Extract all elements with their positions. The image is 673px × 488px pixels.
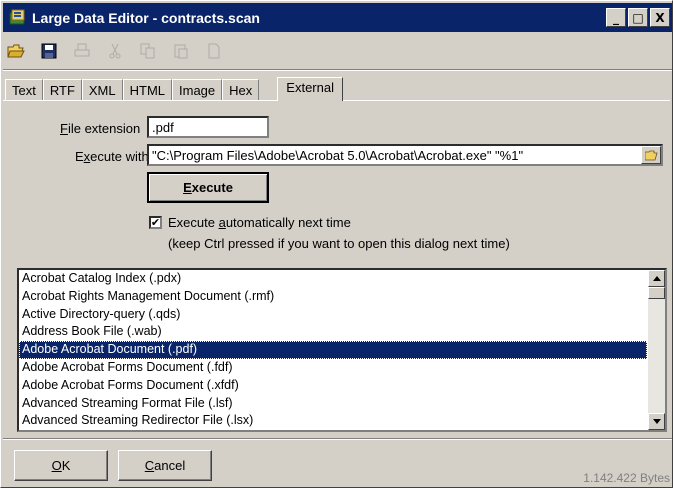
list-item[interactable]: AIFF Audio (.aif): [19, 430, 647, 432]
list-items: Acrobat Catalog Index (.pdx) Acrobat Righ…: [19, 270, 647, 432]
tab-hex[interactable]: Hex: [222, 79, 260, 100]
file-extension-label: File extension: [60, 121, 141, 136]
footer-separator: [3, 438, 672, 440]
app-icon: [9, 9, 27, 27]
file-type-list[interactable]: Acrobat Catalog Index (.pdx) Acrobat Righ…: [17, 268, 667, 432]
tab-xml[interactable]: XML: [81, 79, 123, 100]
close-button[interactable]: X: [650, 8, 670, 27]
toolbar-separator: [3, 69, 672, 71]
tab-html[interactable]: HTML: [122, 79, 173, 100]
cancel-button[interactable]: Cancel: [118, 450, 212, 481]
copy-button[interactable]: [137, 40, 159, 62]
tab-image[interactable]: Image: [172, 79, 223, 100]
list-item[interactable]: Active Directory-query (.qds): [19, 306, 647, 324]
auto-execute-label: Execute automatically next time: [168, 215, 351, 230]
execute-with-field[interactable]: "C:\Program Files\Adobe\Acrobat 5.0\Acro…: [147, 144, 663, 166]
maximize-button[interactable]: □: [628, 8, 648, 27]
maximize-icon: □: [632, 10, 644, 25]
scroll-up-button[interactable]: [648, 270, 665, 287]
paste-icon: [174, 44, 188, 59]
list-scrollbar[interactable]: [648, 270, 665, 430]
toolbar: [5, 37, 236, 65]
list-item[interactable]: Adobe Acrobat Forms Document (.fdf): [19, 359, 647, 377]
ctrl-hint-text: (keep Ctrl pressed if you want to open t…: [168, 236, 510, 251]
list-item[interactable]: Adobe Acrobat Document (.pdf): [19, 341, 647, 359]
ok-button[interactable]: OK: [14, 450, 108, 481]
list-item[interactable]: Advanced Streaming Redirector File (.lsx…: [19, 412, 647, 430]
tab-strip: Text RTF XML HTML Image Hex External: [5, 77, 343, 101]
save-button[interactable]: [38, 40, 60, 62]
open-folder-icon: [644, 150, 658, 160]
new-document-icon: [208, 43, 220, 59]
list-item[interactable]: Adobe Acrobat Forms Document (.xfdf): [19, 377, 647, 395]
triangle-down-icon: [652, 419, 661, 424]
title-bar[interactable]: Large Data Editor - contracts.scan _ □ X: [3, 3, 672, 32]
file-extension-field[interactable]: .pdf: [147, 116, 269, 138]
browse-button[interactable]: [641, 146, 661, 164]
execute-with-label: Execute with: [75, 149, 149, 164]
save-icon: [41, 43, 57, 59]
tab-external[interactable]: External: [277, 77, 343, 101]
triangle-up-icon: [652, 276, 661, 281]
open-folder-icon: [7, 44, 25, 58]
file-size-text: 1.142.422 Bytes: [583, 471, 670, 485]
copy-icon: [140, 43, 155, 59]
scroll-thumb[interactable]: [648, 287, 665, 299]
minimize-button[interactable]: _: [606, 8, 626, 27]
scroll-down-button[interactable]: [648, 413, 665, 430]
list-item[interactable]: Acrobat Catalog Index (.pdx): [19, 270, 647, 288]
execute-button[interactable]: Execute: [147, 172, 269, 203]
open-button[interactable]: [5, 40, 27, 62]
window-title: Large Data Editor - contracts.scan: [32, 9, 260, 26]
paste-button[interactable]: [170, 40, 192, 62]
minimize-icon: _: [613, 10, 619, 25]
new-document-button[interactable]: [203, 40, 225, 62]
close-icon: X: [655, 10, 665, 25]
tab-text[interactable]: Text: [5, 79, 43, 100]
list-item[interactable]: Acrobat Rights Management Document (.rmf…: [19, 288, 647, 306]
editor-window: Large Data Editor - contracts.scan _ □ X: [0, 0, 673, 488]
list-item[interactable]: Advanced Streaming Format File (.lsf): [19, 395, 647, 413]
cut-button[interactable]: [104, 40, 126, 62]
auto-execute-checkbox[interactable]: ✔: [149, 216, 162, 229]
print-icon: [74, 43, 90, 57]
print-button[interactable]: [71, 40, 93, 62]
list-item[interactable]: Address Book File (.wab): [19, 323, 647, 341]
cut-icon: [109, 43, 121, 59]
tab-rtf[interactable]: RTF: [42, 79, 82, 100]
